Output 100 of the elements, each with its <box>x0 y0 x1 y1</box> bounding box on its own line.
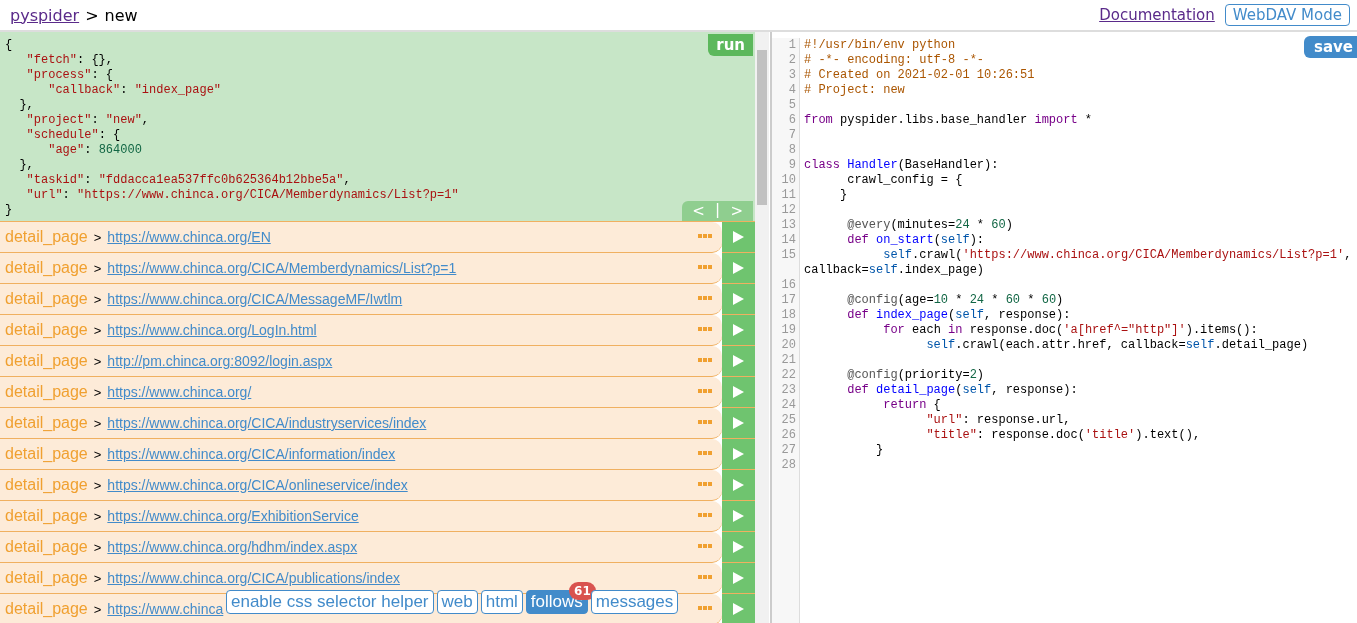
scrollbar[interactable] <box>755 32 769 623</box>
line-number: 23 <box>781 383 796 397</box>
documentation-link[interactable]: Documentation <box>1099 6 1215 24</box>
line-number: 27 <box>781 443 796 457</box>
code-line: #!/usr/bin/env python <box>804 38 956 52</box>
callback-name: detail_page <box>5 569 88 587</box>
code-line: # Project: new <box>804 83 905 97</box>
play-button[interactable] <box>722 501 755 532</box>
url-link[interactable]: https://www.chinca.org/CICA/onlineservice/index <box>107 477 408 493</box>
line-number: 3 <box>788 68 796 82</box>
url-link[interactable]: https://www.chinca.org/ExhibitionService <box>107 508 359 524</box>
line-number: 21 <box>781 353 796 367</box>
code-line: self.crawl('https://www.chinca.org/CICA/Memberdynamics/List?p=1', <box>882 248 1352 262</box>
url-link[interactable]: https://www.chinca.org/EN <box>107 229 271 245</box>
more-icon[interactable] <box>698 451 712 456</box>
next-button[interactable]: > <box>728 202 745 220</box>
play-button[interactable] <box>722 532 755 563</box>
play-icon <box>733 386 744 398</box>
more-icon[interactable] <box>698 234 712 239</box>
code-line: def detail_page(self, response): <box>846 383 1078 397</box>
run-button[interactable]: run <box>708 34 753 56</box>
more-icon[interactable] <box>698 606 712 611</box>
panel-tab[interactable]: html <box>480 590 523 614</box>
url-link[interactable]: https://www.chinca.org/CICA/publications/index <box>107 570 400 586</box>
home-link[interactable]: pyspider <box>10 5 80 25</box>
arrow-separator: > <box>93 291 102 307</box>
play-button[interactable] <box>722 470 755 501</box>
url-link[interactable]: https://www.chinca <box>107 601 224 617</box>
more-icon[interactable] <box>698 296 712 301</box>
play-icon <box>733 448 744 460</box>
code-line: return { <box>882 398 941 412</box>
json-line: "schedule": { <box>25 128 121 143</box>
play-button[interactable] <box>722 346 755 377</box>
url-link[interactable]: https://www.chinca.org/LogIn.html <box>107 322 317 338</box>
play-button[interactable] <box>722 408 755 439</box>
more-icon[interactable] <box>698 544 712 549</box>
play-button[interactable] <box>722 563 755 594</box>
callback-name: detail_page <box>5 321 88 339</box>
callback-name: detail_page <box>5 290 88 308</box>
line-number: 16 <box>781 278 796 292</box>
more-icon[interactable] <box>698 482 712 487</box>
play-button[interactable] <box>722 594 755 623</box>
line-number: 28 <box>781 458 796 472</box>
json-line: "callback": "index_page" <box>47 83 222 98</box>
breadcrumb-separator: > <box>85 5 99 25</box>
save-button[interactable]: save <box>1304 36 1357 58</box>
url-link[interactable]: https://www.chinca.org/hdhm/index.aspx <box>107 539 358 555</box>
callback-name: detail_page <box>5 476 88 494</box>
line-number: 20 <box>781 338 796 352</box>
arrow-separator: > <box>93 446 102 462</box>
url-link[interactable]: https://www.chinca.org/ <box>107 384 252 400</box>
previous-button[interactable]: < <box>690 202 707 220</box>
code-line: "title": response.doc('title').text(), <box>925 428 1201 442</box>
more-icon[interactable] <box>698 420 712 425</box>
code-line: for each in response.doc('a[href^="http"]').items(): <box>882 323 1258 337</box>
json-line: "url": "https://www.chinca.org/CICA/Memberdynamics/List?p=1" <box>25 188 459 203</box>
json-line: "taskid": "fddacca1ea537ffc0b625364b12bbe5a", <box>25 173 351 188</box>
url-link[interactable]: https://www.chinca.org/CICA/Memberdynamics/List?p=1 <box>107 260 457 276</box>
more-icon[interactable] <box>698 358 712 363</box>
callback-name: detail_page <box>5 538 88 556</box>
line-number: 11 <box>781 188 796 202</box>
code-line: } <box>839 188 848 202</box>
more-icon[interactable] <box>698 389 712 394</box>
play-button[interactable] <box>722 315 755 346</box>
play-button[interactable] <box>722 253 755 284</box>
url-link[interactable]: https://www.chinca.org/CICA/information/index <box>107 446 396 462</box>
play-button[interactable] <box>722 284 755 315</box>
more-icon[interactable] <box>698 575 712 580</box>
url-link[interactable]: http://pm.chinca.org:8092/login.aspx <box>107 353 333 369</box>
more-icon[interactable] <box>698 327 712 332</box>
arrow-separator: > <box>93 508 102 524</box>
play-icon <box>733 324 744 336</box>
more-icon[interactable] <box>698 513 712 518</box>
play-button[interactable] <box>722 377 755 408</box>
line-number: 6 <box>788 113 796 127</box>
line-number: 22 <box>781 368 796 382</box>
code-line: @every(minutes=24 * 60) <box>846 218 1013 232</box>
panel-tab[interactable]: web <box>436 590 478 614</box>
url-link[interactable]: https://www.chinca.org/CICA/industryservices/index <box>107 415 427 431</box>
play-button[interactable] <box>722 222 755 253</box>
line-number: 12 <box>781 203 796 217</box>
webdav-mode-button[interactable]: WebDAV Mode <box>1224 4 1350 26</box>
play-icon <box>733 510 744 522</box>
url-link[interactable]: https://www.chinca.org/CICA/MessageMF/Iwtlm <box>107 291 403 307</box>
json-line: }, <box>18 158 34 173</box>
arrow-separator: > <box>93 322 102 338</box>
css-selector-helper-button[interactable]: enable css selector helper <box>226 590 434 614</box>
line-number: 7 <box>788 128 796 142</box>
arrow-separator: > <box>93 415 102 431</box>
code-line: def on_start(self): <box>846 233 985 247</box>
arrow-separator: > <box>93 477 102 493</box>
arrow-separator: > <box>93 384 102 400</box>
code-line: @config(priority=2) <box>846 368 985 382</box>
line-number: 24 <box>781 398 796 412</box>
code-line: # -*- encoding: utf-8 -*- <box>804 53 985 67</box>
line-number: 10 <box>781 173 796 187</box>
more-icon[interactable] <box>698 265 712 270</box>
play-icon <box>733 479 744 491</box>
panel-tab[interactable]: messages <box>590 590 679 614</box>
play-button[interactable] <box>722 439 755 470</box>
